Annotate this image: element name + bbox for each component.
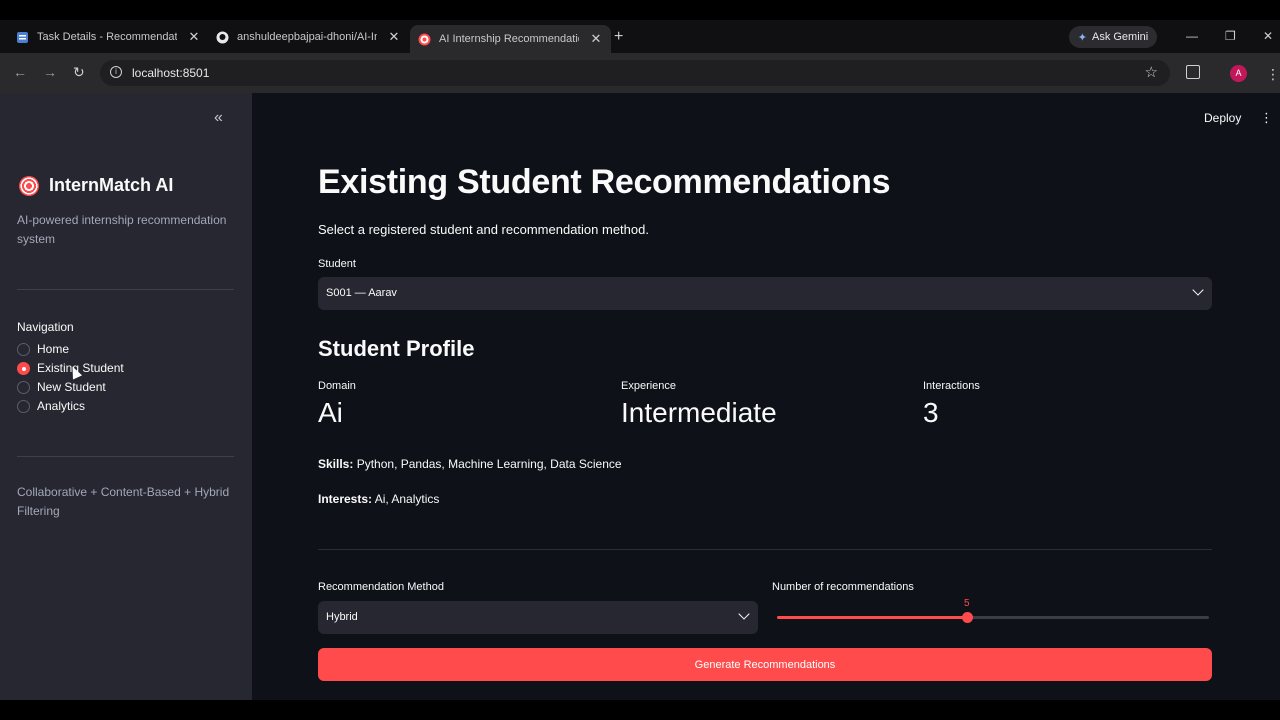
gemini-icon: ✦ (1077, 31, 1087, 44)
count-slider-fill (777, 616, 967, 619)
target-icon (19, 175, 39, 196)
tab-title: anshuldeepbajpai-dhoni/AI-Inte (237, 31, 377, 43)
count-slider-value: 5 (964, 598, 970, 609)
browser-tab-github[interactable]: anshuldeepbajpai-dhoni/AI-Inte ✕ (216, 25, 401, 49)
browser-menu-icon[interactable]: ⋮ (1266, 66, 1280, 83)
site-info-icon[interactable]: i (110, 66, 122, 78)
browser-tab-task-details[interactable]: Task Details - Recommendation ✕ (16, 25, 201, 49)
collapse-sidebar-icon[interactable]: « (214, 109, 223, 127)
page-title: Existing Student Recommendations (318, 163, 891, 201)
close-icon[interactable]: ✕ (187, 29, 201, 45)
tab-title: Task Details - Recommendation (37, 31, 177, 43)
address-bar[interactable]: i localhost:8501 ☆ (100, 60, 1170, 86)
metric-value-experience: Intermediate (621, 397, 777, 428)
count-slider-label: Number of recommendations (772, 581, 914, 593)
metric-label-domain: Domain (318, 380, 356, 392)
page-subtitle: Select a registered student and recommen… (318, 222, 649, 237)
skills-label: Skills: (318, 457, 354, 471)
deploy-button[interactable]: Deploy (1204, 111, 1241, 125)
radio-button[interactable] (17, 399, 30, 413)
metric-value-interactions: 3 (923, 397, 939, 428)
chevron-down-icon (738, 608, 750, 620)
sidebar: « InternMatch AI AI-powered internship r… (0, 93, 252, 700)
metric-label-experience: Experience (621, 380, 677, 392)
ask-gemini-label: Ask Gemini (1091, 31, 1149, 43)
main-content: Deploy ⋮ Existing Student Recommendation… (252, 93, 1280, 700)
student-select-value: S001 — Aarav (326, 287, 397, 299)
window-close-icon[interactable]: ✕ (1263, 29, 1273, 43)
bottom-bar (0, 700, 1280, 720)
browser-tab-active[interactable]: AI Internship Recommendation ✕ (410, 25, 611, 53)
radio-button[interactable] (17, 342, 30, 356)
bookmark-star-icon[interactable]: ☆ (1145, 63, 1158, 81)
nav-label: Analytics (37, 399, 86, 413)
nav-radio-new-student[interactable]: New Student (17, 380, 106, 394)
target-icon (418, 33, 431, 46)
app-menu-icon[interactable]: ⋮ (1260, 110, 1273, 126)
skills-value: Python, Pandas, Machine Learning, Data S… (356, 457, 622, 471)
nav-radio-analytics[interactable]: Analytics (17, 399, 85, 413)
skills-line: Skills: Python, Pandas, Machine Learning… (318, 457, 622, 471)
github-icon (216, 31, 229, 44)
reload-icon[interactable]: ↻ (73, 64, 85, 81)
student-select[interactable]: S001 — Aarav (318, 277, 1212, 310)
forward-icon[interactable]: → (43, 64, 57, 80)
sidebar-divider (17, 289, 234, 290)
navigation-title: Navigation (17, 320, 74, 334)
new-tab-button[interactable]: + (614, 28, 623, 46)
interests-label: Interests: (318, 492, 373, 506)
section-divider (318, 549, 1212, 550)
chevron-down-icon (1192, 284, 1204, 296)
profile-avatar[interactable]: A (1230, 65, 1247, 82)
radio-button[interactable] (17, 380, 30, 394)
method-select[interactable]: Hybrid (318, 601, 758, 634)
section-title-student-profile: Student Profile (318, 336, 475, 361)
method-select-label: Recommendation Method (318, 581, 444, 593)
interests-value: Ai, Analytics (374, 492, 440, 506)
metric-label-interactions: Interactions (923, 380, 980, 392)
sidebar-divider (17, 456, 234, 457)
nav-label: Home (37, 342, 70, 356)
minimize-icon[interactable]: — (1186, 29, 1198, 43)
generate-recommendations-button[interactable]: Generate Recommendations (318, 648, 1212, 681)
app-brand: InternMatch AI (19, 175, 173, 196)
close-icon[interactable]: ✕ (387, 29, 401, 45)
close-icon[interactable]: ✕ (589, 31, 603, 47)
student-select-label: Student (318, 258, 356, 270)
count-slider-track[interactable] (777, 612, 1209, 623)
back-icon[interactable]: ← (13, 64, 27, 80)
ask-gemini-button[interactable]: ✦ Ask Gemini (1069, 26, 1157, 48)
metric-value-domain: Ai (318, 397, 343, 428)
url-text[interactable]: localhost:8501 (132, 66, 209, 80)
method-select-value: Hybrid (326, 611, 358, 623)
interests-line: Interests: Ai, Analytics (318, 492, 439, 506)
tab-title: AI Internship Recommendation (439, 33, 579, 45)
app-tagline: AI-powered internship recommendation sys… (17, 213, 227, 246)
sidebar-footnote: Collaborative + Content-Based + Hybrid F… (17, 485, 230, 518)
extensions-icon[interactable] (1186, 65, 1200, 79)
document-icon (16, 31, 29, 44)
radio-button-selected[interactable] (17, 361, 30, 375)
restore-icon[interactable]: ❐ (1225, 29, 1236, 43)
nav-label: New Student (37, 380, 106, 394)
count-slider-thumb[interactable] (962, 612, 973, 623)
app-title: InternMatch AI (49, 175, 174, 195)
nav-radio-home[interactable]: Home (17, 342, 69, 356)
